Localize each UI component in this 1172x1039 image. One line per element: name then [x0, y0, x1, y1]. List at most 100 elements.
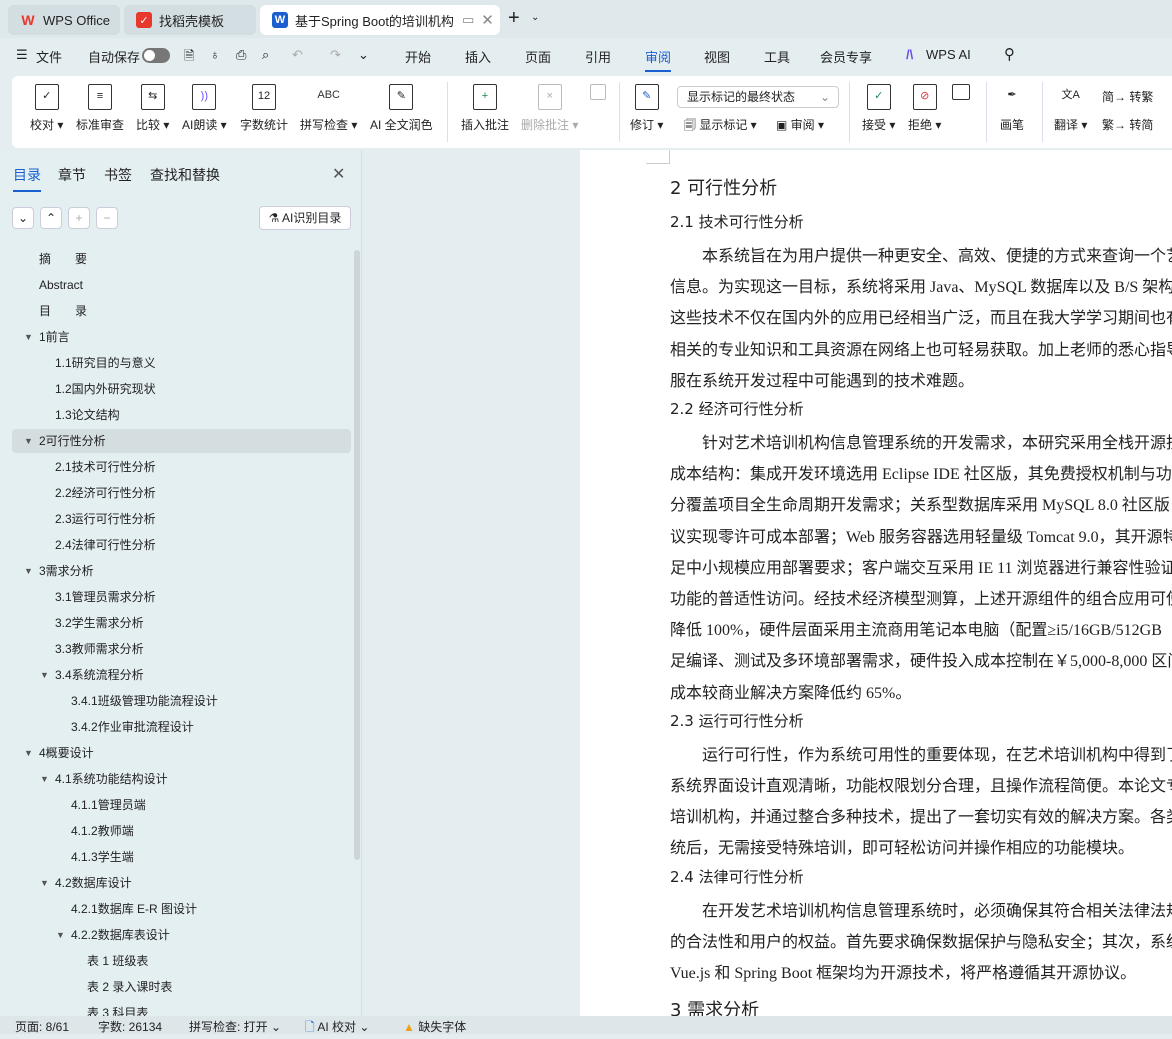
hamburger-icon[interactable]: ☰ — [16, 47, 28, 63]
toc-item[interactable]: 3.4.1班级管理功能流程设计 — [12, 689, 351, 713]
menu-page[interactable]: 页面 — [525, 47, 551, 66]
toc-item[interactable]: 摘 要 — [12, 247, 351, 271]
toc-item[interactable]: 2.1技术可行性分析 — [12, 455, 351, 479]
toc-item[interactable]: 3.4.2作业审批流程设计 — [12, 715, 351, 739]
expand-arrow-icon[interactable]: ▼ — [24, 325, 33, 349]
toc-item[interactable]: 1.3论文结构 — [12, 403, 351, 427]
toc-item[interactable]: ▼ 1前言 — [12, 325, 351, 349]
toc-item[interactable]: 4.2.1数据库 E-R 图设计 — [12, 897, 351, 921]
toc-item[interactable]: 1.1研究目的与意义 — [12, 351, 351, 375]
menu-file[interactable]: 文件 — [36, 47, 62, 66]
toc-item[interactable]: 2.3运行可行性分析 — [12, 507, 351, 531]
prev-comment-button[interactable] — [590, 84, 606, 106]
menu-home[interactable]: 开始 — [405, 47, 431, 66]
tab-wps-office[interactable]: W WPS Office — [8, 5, 120, 35]
toc-item[interactable]: ▼ 4.1系统功能结构设计 — [12, 767, 351, 791]
menu-review[interactable]: 审阅 — [645, 47, 672, 72]
spell-check-button[interactable]: ABC 拼写检查 ▾ — [300, 84, 357, 133]
tab-sections[interactable]: 章节 — [58, 165, 86, 185]
toc-item[interactable]: ▼ 4概要设计 — [12, 741, 351, 765]
print-icon[interactable]: ⎙ — [236, 47, 246, 63]
toc-item[interactable]: 1.2国内外研究现状 — [12, 377, 351, 401]
tab-document[interactable]: W 基于Spring Boot的培训机构 ▭ ✕ — [260, 5, 500, 35]
expand-arrow-icon[interactable]: ▼ — [40, 767, 49, 791]
demote-button[interactable]: − — [96, 207, 118, 229]
expand-all-button[interactable]: ⌄ — [12, 207, 34, 229]
reject-button[interactable]: ⊘ 拒绝 ▾ — [908, 84, 941, 133]
more-chevron-icon[interactable]: ⌄ — [358, 47, 369, 63]
menu-insert[interactable]: 插入 — [465, 47, 491, 66]
toc-item[interactable]: 3.1管理员需求分析 — [12, 585, 351, 609]
standard-review-button[interactable]: ≡ 标准审查 — [76, 84, 124, 133]
document-page[interactable]: 2 可行性分析 2.1 技术可行性分析 本系统旨在为用户提供一种更安全、高效、便捷… — [580, 150, 1172, 1016]
redo-icon[interactable]: ↷ — [330, 47, 341, 63]
menu-view[interactable]: 视图 — [704, 47, 730, 66]
toc-item[interactable]: 表 1 班级表 — [12, 949, 351, 973]
monitor-icon[interactable]: ▭ — [462, 12, 474, 28]
proofread-button[interactable]: ✓ 校对 ▾ — [30, 84, 63, 133]
page-indicator[interactable]: 页面: 8/61 — [15, 1018, 69, 1035]
markup-state-select[interactable]: 显示标记的最终状态 ⌄ — [677, 86, 839, 108]
insert-comment-button[interactable]: + 插入批注 — [461, 84, 509, 133]
autosave-toggle[interactable] — [142, 48, 170, 63]
collapse-all-button[interactable]: ⌃ — [40, 207, 62, 229]
menu-tools[interactable]: 工具 — [764, 47, 790, 66]
close-tab-icon[interactable]: ✕ — [481, 11, 494, 29]
toc-item[interactable]: 目 录 — [12, 299, 351, 323]
prev-change-button[interactable] — [952, 84, 970, 106]
review-pane-button[interactable]: ▣ 审阅 ▾ — [776, 116, 824, 133]
toc-item[interactable]: ▼ 2可行性分析 — [12, 429, 351, 453]
chevron-down-icon[interactable]: ⌄ — [531, 12, 539, 23]
translate-button[interactable]: 文A 翻译 ▾ — [1054, 84, 1087, 133]
toc-item[interactable]: 2.4法律可行性分析 — [12, 533, 351, 557]
menu-references[interactable]: 引用 — [585, 47, 611, 66]
menu-wps-ai[interactable]: WPS AI — [926, 47, 971, 62]
ai-proofread-status[interactable]: 🗋 AI 校对 ⌄ — [305, 1018, 369, 1039]
tab-toc[interactable]: 目录 — [13, 165, 41, 192]
accept-button[interactable]: ✓ 接受 ▾ — [862, 84, 895, 133]
word-count[interactable]: 字数: 26134 — [98, 1018, 162, 1035]
expand-arrow-icon[interactable]: ▼ — [40, 871, 49, 895]
tab-bookmarks[interactable]: 书签 — [104, 165, 132, 185]
compare-button[interactable]: ⇆ 比较 ▾ — [136, 84, 169, 133]
toc-item[interactable]: ▼ 3.4系统流程分析 — [12, 663, 351, 687]
to-traditional-button[interactable]: 简→ 转繁 — [1102, 88, 1153, 105]
menu-membership[interactable]: 会员专享 — [820, 47, 872, 66]
expand-arrow-icon[interactable]: ▼ — [24, 741, 33, 765]
to-simplified-button[interactable]: 繁→ 转简 — [1102, 116, 1153, 133]
show-markup-button[interactable]: 🗐 显示标记 ▾ — [684, 116, 757, 137]
pane-scrollbar[interactable] — [354, 250, 360, 860]
toc-item[interactable]: 3.3教师需求分析 — [12, 637, 351, 661]
delete-comment-button[interactable]: × 删除批注 ▾ — [521, 84, 578, 133]
close-pane-icon[interactable]: ✕ — [332, 164, 345, 184]
expand-arrow-icon[interactable]: ▼ — [56, 923, 65, 947]
search-icon[interactable]: ⚲ — [1004, 45, 1015, 63]
toc-item[interactable]: 3.2学生需求分析 — [12, 611, 351, 635]
undo-icon[interactable]: ↶ — [292, 47, 303, 63]
tab-find-replace[interactable]: 查找和替换 — [150, 165, 220, 185]
tab-docer[interactable]: ✓ 找稻壳模板 — [124, 5, 256, 35]
toc-item[interactable]: ▼ 3需求分析 — [12, 559, 351, 583]
track-changes-button[interactable]: ✎ 修订 ▾ — [630, 84, 663, 133]
toc-item[interactable]: 4.1.1管理员端 — [12, 793, 351, 817]
toc-item[interactable]: ▼ 4.2数据库设计 — [12, 871, 351, 895]
save-icon[interactable]: 🗎 — [184, 47, 194, 69]
spell-check-status[interactable]: 拼写检查: 打开 ⌄ — [189, 1018, 281, 1035]
toc-item[interactable]: 4.1.2教师端 — [12, 819, 351, 843]
share-icon[interactable]: ♁ — [210, 47, 220, 62]
toc-item[interactable]: 表 2 录入课时表 — [12, 975, 351, 999]
new-tab-icon[interactable]: + — [508, 7, 520, 30]
missing-font-status[interactable]: ▲ 缺失字体 — [403, 1018, 466, 1035]
toc-item[interactable]: Abstract — [12, 273, 351, 297]
toc-item[interactable]: 4.1.3学生端 — [12, 845, 351, 869]
expand-arrow-icon[interactable]: ▼ — [24, 429, 33, 453]
print-preview-icon[interactable]: ⌕ — [262, 47, 269, 63]
toc-item[interactable]: ▼ 4.2.2数据库表设计 — [12, 923, 351, 947]
expand-arrow-icon[interactable]: ▼ — [40, 663, 49, 687]
ai-toc-button[interactable]: ⚗ AI识别目录 — [259, 206, 351, 230]
toc-item[interactable]: 2.2经济可行性分析 — [12, 481, 351, 505]
pen-button[interactable]: ✒ 画笔 — [1000, 84, 1024, 133]
promote-button[interactable]: + — [68, 207, 90, 229]
expand-arrow-icon[interactable]: ▼ — [24, 559, 33, 583]
word-count-button[interactable]: 12 字数统计 — [240, 84, 288, 133]
